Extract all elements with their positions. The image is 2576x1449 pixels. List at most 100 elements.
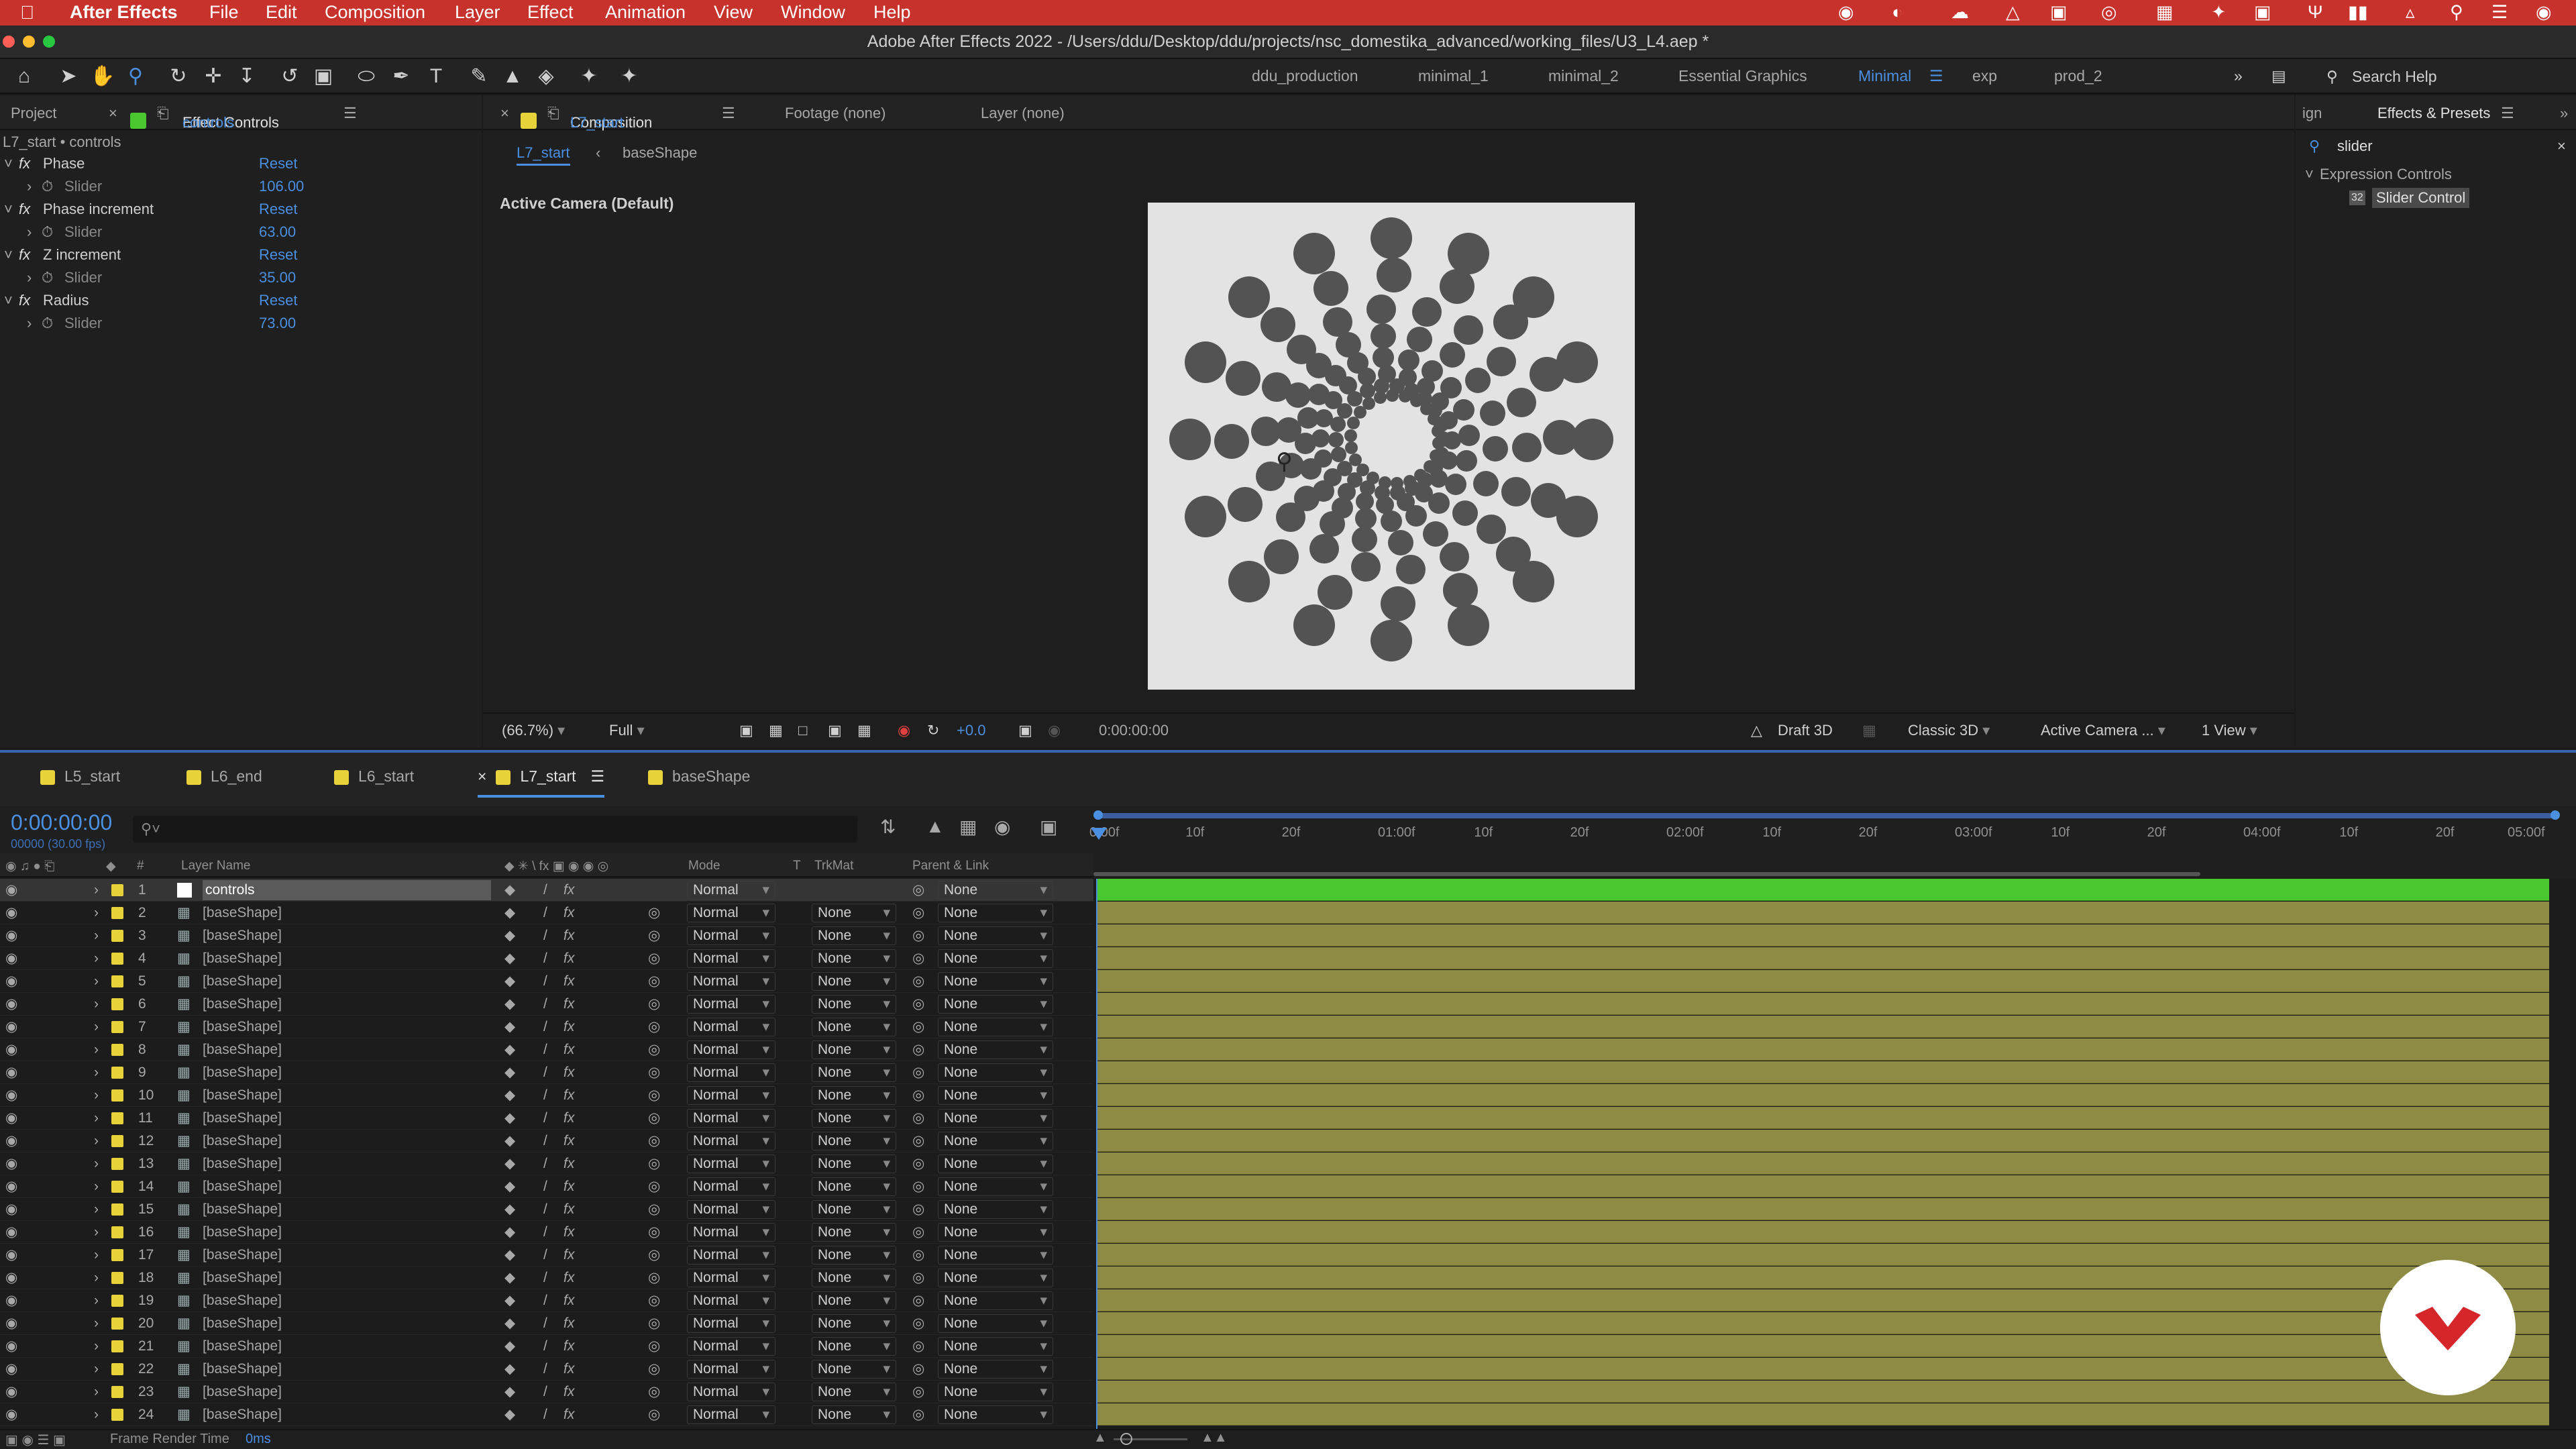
shy-switch-icon[interactable]: ◆ (504, 1335, 515, 1358)
effects-search-field[interactable]: ⚲ slider × (2296, 136, 2576, 160)
trkmat-dropdown[interactable]: None (812, 1063, 896, 1082)
tab-project[interactable]: Project (11, 105, 56, 122)
3d-layer-switch-icon[interactable]: ◎ (648, 1107, 660, 1130)
expand-chevron-icon[interactable]: › (94, 1403, 99, 1426)
pick-whip-icon[interactable]: ◎ (912, 947, 924, 970)
quality-switch-icon[interactable]: / (543, 1152, 547, 1175)
effect-switch-icon[interactable]: fx (564, 1061, 574, 1084)
pick-whip-icon[interactable]: ◎ (912, 879, 924, 902)
home-icon[interactable]: ⌂ (12, 64, 36, 89)
3d-layer-switch-icon[interactable]: ◎ (648, 1152, 660, 1175)
shy-switch-icon[interactable]: ◆ (504, 1152, 515, 1175)
quality-switch-icon[interactable]: / (543, 1221, 547, 1244)
layer-name[interactable]: [baseShape] (203, 1084, 282, 1107)
trkmat-dropdown[interactable]: None (812, 1109, 896, 1128)
layer-name[interactable]: [baseShape] (203, 1061, 282, 1084)
layer-label-swatch[interactable] (111, 998, 123, 1010)
pick-whip-icon[interactable]: ◎ (912, 1198, 924, 1221)
layer-duration-bar[interactable] (1097, 1381, 2549, 1403)
layer-duration-bar[interactable] (1097, 1130, 2549, 1152)
mode-dropdown[interactable]: Normal (687, 1337, 775, 1356)
menu-composition[interactable]: Composition (325, 2, 425, 23)
parent-dropdown[interactable]: None (938, 1383, 1053, 1401)
3d-layer-switch-icon[interactable]: ◎ (648, 947, 660, 970)
stopwatch-icon[interactable]: ⏱ (42, 221, 53, 243)
reset-exposure-icon[interactable]: ↻ (927, 722, 939, 739)
layer-label-swatch[interactable] (111, 1158, 123, 1170)
chevron-right-icon[interactable]: › (27, 221, 32, 243)
layer-label-swatch[interactable] (111, 1363, 123, 1375)
tab-footage[interactable]: Footage (none) (785, 105, 885, 122)
mode-dropdown[interactable]: Normal (687, 972, 775, 991)
layer-duration-bar[interactable] (1097, 924, 2549, 947)
layer-name[interactable]: [baseShape] (203, 970, 282, 993)
timeline-tab[interactable]: baseShape (648, 767, 750, 786)
layer-name[interactable]: [baseShape] (203, 902, 282, 924)
parent-dropdown[interactable]: None (938, 949, 1053, 968)
chevron-down-icon[interactable]: ˅ (4, 199, 13, 220)
3d-layer-switch-icon[interactable]: ◎ (648, 1358, 660, 1381)
layer-name[interactable]: [baseShape] (203, 1403, 282, 1426)
eye-icon[interactable]: ◉ (5, 1221, 17, 1244)
quality-switch-icon[interactable]: / (543, 902, 547, 924)
layer-duration-bar[interactable] (1097, 1221, 2549, 1243)
layer-label-swatch[interactable] (111, 1226, 123, 1238)
mode-dropdown[interactable]: Normal (687, 926, 775, 945)
hand-tool-icon[interactable]: ✋ (90, 64, 115, 89)
draft-3d-toggle[interactable]: Draft 3D (1778, 722, 1833, 739)
cloud-icon[interactable]: ☁ (1951, 2, 1969, 23)
rotation-tool-icon[interactable]: ↺ (278, 64, 302, 89)
layer-duration-bar[interactable] (1097, 993, 2549, 1015)
layer-row[interactable]: ◉ › 17 ▦ [baseShape] ◆ / fx ◎ Normal None ◎ None (0, 1244, 1093, 1267)
trkmat-dropdown[interactable]: None (812, 1337, 896, 1356)
effect-switch-icon[interactable]: fx (564, 924, 574, 947)
expand-chevron-icon[interactable]: › (94, 924, 99, 947)
layer-duration-bar[interactable] (1097, 1289, 2549, 1311)
siri-icon[interactable]: ◉ (2536, 2, 2552, 23)
reset-link[interactable]: Reset (259, 290, 297, 311)
3d-layer-switch-icon[interactable]: ◎ (648, 1175, 660, 1198)
quality-switch-icon[interactable]: / (543, 947, 547, 970)
trkmat-dropdown[interactable]: None (812, 1086, 896, 1105)
quality-switch-icon[interactable]: / (543, 879, 547, 902)
tab-partial[interactable]: ign (2302, 105, 2322, 122)
expand-chevron-icon[interactable]: › (94, 1061, 99, 1084)
trkmat-dropdown[interactable]: None (812, 1360, 896, 1379)
layer-name[interactable]: [baseShape] (203, 1175, 282, 1198)
mode-dropdown[interactable]: Normal (687, 1132, 775, 1150)
eye-icon[interactable]: ◉ (5, 1107, 17, 1130)
workspace-layout-icon[interactable]: ▤ (2271, 67, 2286, 85)
reset-link[interactable]: Reset (259, 199, 297, 220)
quality-switch-icon[interactable]: / (543, 1084, 547, 1107)
pick-whip-icon[interactable]: ◎ (912, 1358, 924, 1381)
quality-switch-icon[interactable]: / (543, 970, 547, 993)
spotlight-search-icon[interactable]: ⚲ (2450, 2, 2463, 23)
timeline-tab[interactable]: L5_start (40, 767, 120, 786)
expand-chevron-icon[interactable]: › (94, 947, 99, 970)
layer-label-swatch[interactable] (111, 953, 123, 965)
shy-switch-icon[interactable]: ◆ (504, 1084, 515, 1107)
quality-switch-icon[interactable]: / (543, 1175, 547, 1198)
layer-label-swatch[interactable] (111, 1409, 123, 1421)
slider-value[interactable]: 35.00 (259, 267, 296, 288)
quality-switch-icon[interactable]: / (543, 1198, 547, 1221)
shy-switch-icon[interactable]: ◆ (504, 1130, 515, 1152)
effect-switch-icon[interactable]: fx (564, 1381, 574, 1403)
trkmat-dropdown[interactable]: None (812, 1223, 896, 1242)
parent-dropdown[interactable]: None (938, 881, 1053, 900)
mode-dropdown[interactable]: Normal (687, 1314, 775, 1333)
pan-behind-tool-icon[interactable]: ▣ (311, 64, 335, 89)
layer-duration-bar[interactable] (1097, 1267, 2549, 1289)
3d-layer-switch-icon[interactable]: ◎ (648, 1130, 660, 1152)
more-workspaces-icon[interactable]: » (2234, 67, 2243, 85)
expand-chevron-icon[interactable]: › (94, 1130, 99, 1152)
layer-duration-bar[interactable] (1097, 1084, 2549, 1106)
workspace-menu-icon[interactable]: ☰ (1929, 67, 1943, 85)
pen-tool-icon[interactable]: ✒ (389, 64, 413, 89)
trkmat-dropdown[interactable]: None (812, 949, 896, 968)
expand-chevron-icon[interactable]: › (94, 1016, 99, 1038)
effect-switch-icon[interactable]: fx (564, 879, 574, 902)
eye-icon[interactable]: ◉ (5, 879, 17, 902)
eye-icon[interactable]: ◉ (5, 902, 17, 924)
layer-row[interactable]: ◉ › 8 ▦ [baseShape] ◆ / fx ◎ Normal None ◎ None (0, 1038, 1093, 1061)
